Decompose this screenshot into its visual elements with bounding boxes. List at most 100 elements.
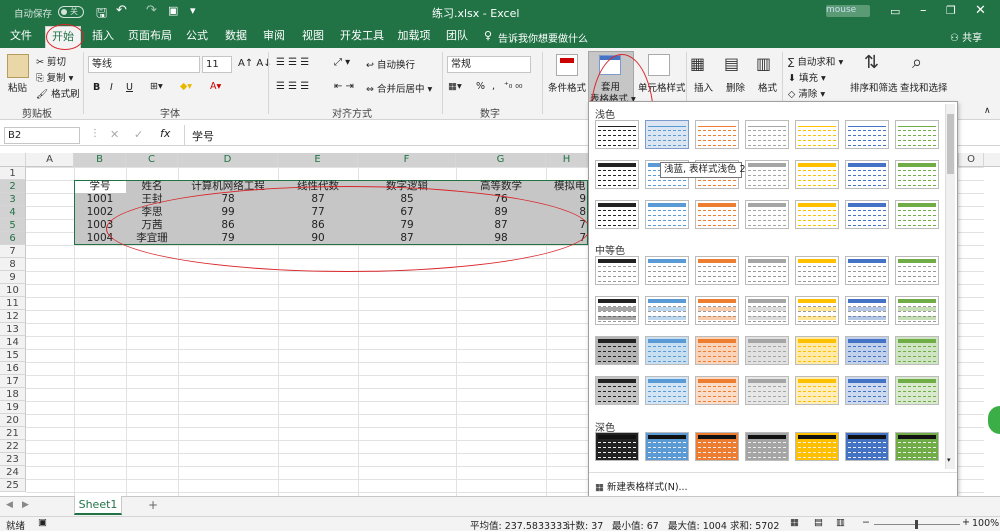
quick-access-icon[interactable]: ▣ [168, 4, 178, 17]
table-style-thumb[interactable] [645, 256, 689, 285]
table-style-thumb[interactable] [695, 296, 739, 325]
table-style-thumb[interactable] [595, 296, 639, 325]
conditional-format-icon[interactable] [556, 54, 578, 76]
format-painter-button[interactable]: 🖌 格式刷 [36, 86, 80, 100]
tab-insert[interactable]: 插入 [88, 28, 118, 48]
table-style-thumb[interactable] [695, 376, 739, 405]
user-name[interactable]: mouse [826, 5, 870, 17]
prev-sheet-icon[interactable]: ◀ [6, 500, 13, 510]
table-style-thumb[interactable] [745, 432, 789, 461]
table-style-thumb[interactable] [745, 256, 789, 285]
row-header[interactable]: 9 [0, 271, 26, 284]
font-name-select[interactable]: 等线 [88, 56, 200, 73]
normal-view-icon[interactable]: ▦ [790, 517, 799, 528]
table-style-thumb[interactable] [845, 432, 889, 461]
column-header[interactable]: O [958, 153, 984, 167]
tell-me-input[interactable]: 告诉我你想要做什么 [498, 30, 588, 45]
table-style-thumb[interactable] [745, 160, 789, 189]
column-header[interactable]: G [456, 153, 546, 167]
table-style-thumb[interactable] [695, 200, 739, 229]
tab-page-layout[interactable]: 页面布局 [124, 28, 176, 48]
collapse-ribbon-icon[interactable]: ∧ [984, 106, 991, 116]
tab-addins[interactable]: 加载项 [394, 28, 434, 48]
restore-icon[interactable]: ❐ [946, 4, 956, 17]
table-style-thumb[interactable] [895, 160, 939, 189]
sort-filter-label[interactable]: 排序和筛选 [850, 80, 898, 94]
table-style-thumb[interactable] [895, 256, 939, 285]
insert-cells-icon[interactable]: ▦ [690, 54, 705, 73]
tab-team[interactable]: 团队 [442, 28, 472, 48]
table-style-thumb[interactable] [845, 336, 889, 365]
autosave-toggle[interactable]: 关 [58, 6, 84, 18]
table-style-thumb[interactable] [745, 120, 789, 149]
row-header[interactable]: 14 [0, 336, 26, 349]
row-header[interactable]: 25 [0, 479, 26, 492]
zoom-level[interactable]: 100% [972, 518, 999, 529]
table-style-thumb[interactable] [745, 296, 789, 325]
bold-button[interactable]: B [93, 82, 100, 93]
row-header[interactable]: 12 [0, 310, 26, 323]
row-header[interactable]: 6 [0, 232, 26, 245]
table-cell[interactable]: 1001 [74, 193, 126, 206]
comma-button[interactable]: , [492, 81, 495, 92]
row-header[interactable]: 8 [0, 258, 26, 271]
row-header[interactable]: 3 [0, 193, 26, 206]
copy-button[interactable]: ⎘ 复制 ▾ [36, 70, 73, 84]
insert-function-icon[interactable]: fx [160, 127, 170, 140]
table-style-thumb[interactable] [795, 432, 839, 461]
row-header[interactable]: 11 [0, 297, 26, 310]
share-button[interactable]: ⚇ 共享 [950, 29, 982, 44]
wrap-text-button[interactable]: ↩ 自动换行 [366, 57, 415, 71]
column-header[interactable]: A [26, 153, 74, 167]
font-size-select[interactable]: 11 [202, 56, 232, 73]
add-sheet-button[interactable]: + [148, 498, 158, 512]
row-header[interactable]: 18 [0, 388, 26, 401]
row-header[interactable]: 19 [0, 401, 26, 414]
cell-styles-icon[interactable] [648, 54, 670, 76]
indent-icon[interactable]: ⇤ ⇥ [334, 81, 354, 92]
table-style-thumb[interactable] [595, 200, 639, 229]
table-style-thumb[interactable] [595, 160, 639, 189]
tab-review[interactable]: 审阅 [259, 28, 289, 48]
row-header[interactable]: 22 [0, 440, 26, 453]
page-layout-icon[interactable]: ▤ [814, 517, 823, 528]
table-style-thumb[interactable] [795, 160, 839, 189]
tab-data[interactable]: 数据 [221, 28, 251, 48]
row-header[interactable]: 21 [0, 427, 26, 440]
table-style-thumb[interactable] [645, 296, 689, 325]
format-cells-icon[interactable]: ▥ [756, 54, 771, 73]
table-style-thumb[interactable] [795, 336, 839, 365]
table-style-thumb[interactable] [645, 200, 689, 229]
clear-button[interactable]: ◇ 清除 ▾ [788, 86, 825, 100]
table-style-thumb[interactable] [845, 200, 889, 229]
column-header[interactable]: C [126, 153, 178, 167]
header-cell[interactable]: 模拟电 [546, 180, 588, 193]
table-style-thumb[interactable] [895, 200, 939, 229]
font-color-icon[interactable]: A▾ [210, 81, 221, 92]
row-header[interactable]: 10 [0, 284, 26, 297]
formula-input[interactable]: 学号 [192, 128, 214, 144]
next-sheet-icon[interactable]: ▶ [22, 500, 29, 510]
zoom-slider[interactable] [874, 520, 960, 529]
paste-label[interactable]: 粘贴 [8, 80, 27, 94]
table-style-thumb[interactable] [645, 336, 689, 365]
table-style-thumb[interactable] [795, 120, 839, 149]
undo-icon[interactable]: ↶ [116, 3, 127, 18]
row-header[interactable]: 1 [0, 167, 26, 180]
table-style-thumb[interactable] [795, 376, 839, 405]
grow-font-icon[interactable]: A↑ A↓ [238, 58, 272, 69]
row-header[interactable]: 13 [0, 323, 26, 336]
minimize-icon[interactable]: – [920, 3, 927, 18]
column-header[interactable]: E [278, 153, 358, 167]
ribbon-display-icon[interactable]: ▭ [890, 5, 900, 18]
zoom-out-icon[interactable]: − [862, 517, 870, 528]
row-header[interactable]: 2 [0, 180, 26, 193]
close-icon[interactable]: ✕ [975, 3, 986, 18]
table-style-thumb[interactable] [645, 120, 689, 149]
row-header[interactable]: 15 [0, 349, 26, 362]
worksheet-grid-right[interactable] [958, 167, 984, 496]
table-style-thumb[interactable] [895, 296, 939, 325]
column-header[interactable]: B [74, 153, 126, 167]
paste-icon[interactable] [7, 54, 29, 78]
cut-button[interactable]: ✂ 剪切 [36, 54, 66, 68]
